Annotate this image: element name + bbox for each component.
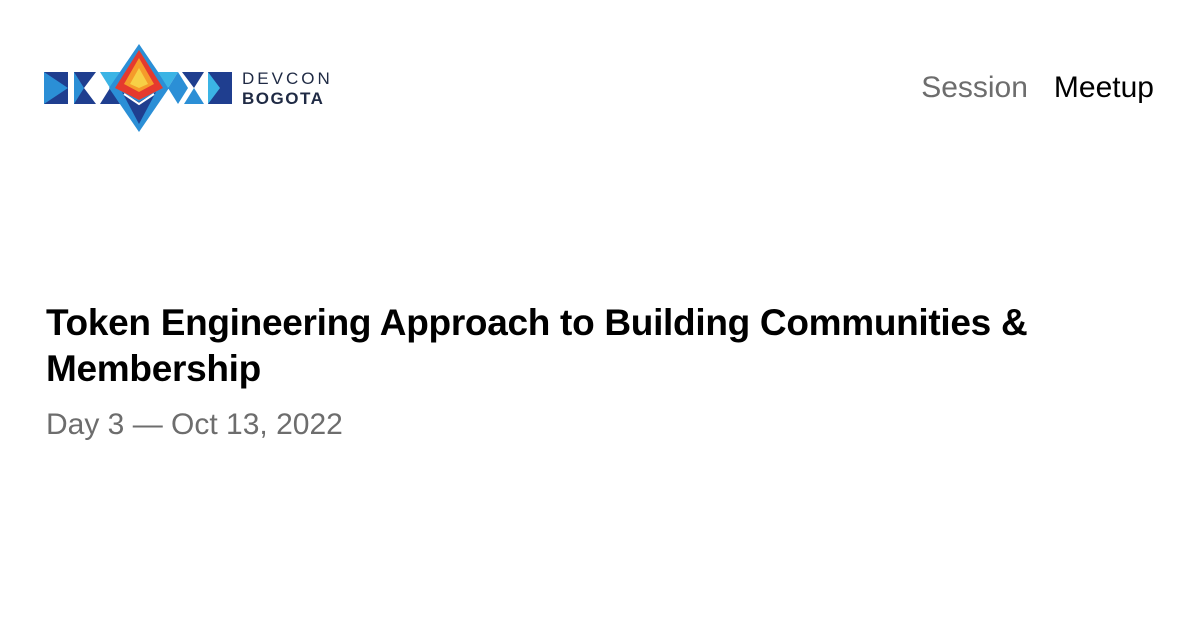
event-type-nav: Session Meetup [921, 70, 1154, 106]
logo-wordmark: DEVCON BOGOTA [242, 70, 333, 107]
event-title: Token Engineering Approach to Building C… [46, 302, 1028, 389]
logo-line-bogota: BOGOTA [242, 88, 325, 108]
devcon-logo-mark-icon [44, 44, 232, 132]
devcon-logo: DEVCON BOGOTA [44, 44, 333, 132]
nav-meetup[interactable]: Meetup [1054, 70, 1154, 106]
logo-line-devcon: DEVCON [242, 68, 333, 88]
nav-session[interactable]: Session [921, 70, 1028, 106]
event-date: Day 3 — Oct 13, 2022 [46, 408, 343, 441]
